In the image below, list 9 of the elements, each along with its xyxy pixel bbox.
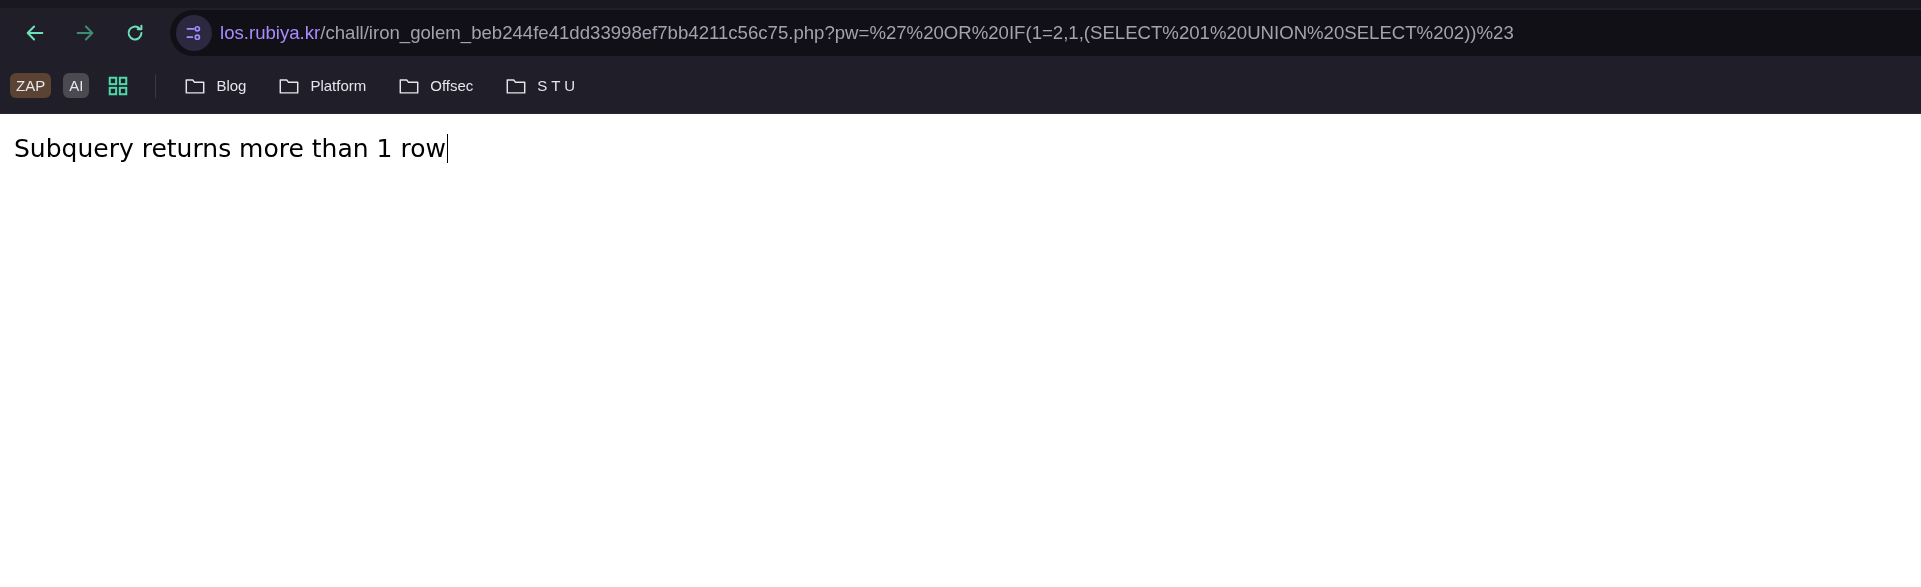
address-bar[interactable]: los.rubiya.kr/chall/iron_golem_beb244fe41dd33998ef7bb4211c56c75.php?pw=%27%20OR%20IF(1=2,1,(SELECT%201%20UNION%20SELECT%202))%23	[170, 10, 1921, 56]
apps-grid-icon[interactable]	[107, 74, 130, 97]
bookmark-folder[interactable]: S T U	[497, 70, 584, 101]
bookmark-folder[interactable]: Blog	[176, 70, 255, 101]
bookmark-badge[interactable]: AI	[63, 73, 90, 98]
bookmark-badge[interactable]: ZAP	[10, 73, 52, 98]
error-message: Subquery returns more than 1 row	[14, 134, 448, 163]
bookmark-folder[interactable]: Offsec	[390, 70, 482, 101]
bookmark-folder[interactable]: Platform	[270, 70, 375, 101]
